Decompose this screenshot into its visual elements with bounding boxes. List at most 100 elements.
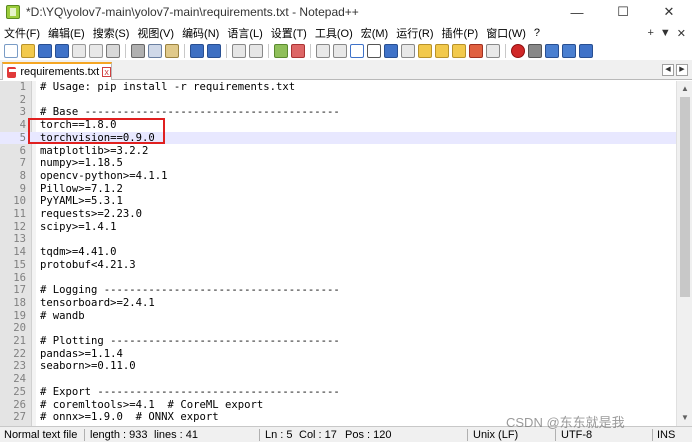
menu-encoding[interactable]: 编码(N) <box>178 25 223 41</box>
dropdown-icon[interactable]: ▼ <box>660 27 671 39</box>
scroll-down-icon[interactable]: ▼ <box>677 410 692 426</box>
code-line[interactable]: 24 <box>0 373 676 386</box>
menu-window[interactable]: 窗口(W) <box>482 25 530 41</box>
save-macro-icon[interactable] <box>579 44 593 58</box>
code-line[interactable]: 21 # Plotting ---------------------------… <box>0 335 676 348</box>
undo-icon[interactable] <box>190 44 204 58</box>
line-text[interactable]: protobuf<4.21.3 <box>40 259 136 272</box>
code-line[interactable]: 25 # Export -----------------------------… <box>0 386 676 399</box>
code-line[interactable]: 19 # wandb <box>0 310 676 323</box>
tab-requirements[interactable]: requirements.txt x <box>2 62 112 80</box>
paste-icon[interactable] <box>165 44 179 58</box>
line-text[interactable]: tqdm>=4.41.0 <box>40 246 117 259</box>
record-macro-icon[interactable] <box>511 44 525 58</box>
line-text[interactable]: # Logging ------------------------------… <box>40 284 340 297</box>
line-text[interactable]: requests>=2.23.0 <box>40 208 142 221</box>
menu-macro[interactable]: 宏(M) <box>357 25 393 41</box>
close-file-icon[interactable] <box>72 44 86 58</box>
menu-help[interactable]: ? <box>530 27 544 39</box>
line-text[interactable]: pandas>=1.1.4 <box>40 348 123 361</box>
code-line[interactable]: 7 numpy>=1.18.5 <box>0 157 676 170</box>
menu-plugins[interactable]: 插件(P) <box>438 25 483 41</box>
cut-icon[interactable] <box>131 44 145 58</box>
editor[interactable]: 1 # Usage: pip install -r requirements.tx… <box>0 81 692 426</box>
zoom-in-icon[interactable] <box>274 44 288 58</box>
indent-guide-icon[interactable] <box>384 44 398 58</box>
menu-run[interactable]: 运行(R) <box>392 25 437 41</box>
code-line[interactable]: 15 protobuf<4.21.3 <box>0 259 676 272</box>
code-line[interactable]: 11 requests>=2.23.0 <box>0 208 676 221</box>
monitoring-icon[interactable] <box>469 44 483 58</box>
close-doc-icon[interactable]: ✕ <box>677 27 686 40</box>
menu-language[interactable]: 语言(L) <box>223 25 266 41</box>
copy-icon[interactable] <box>148 44 162 58</box>
line-text[interactable]: # Plotting -----------------------------… <box>40 335 340 348</box>
code-line[interactable]: 2 <box>0 94 676 107</box>
close-all-icon[interactable] <box>89 44 103 58</box>
code-line[interactable]: 14 tqdm>=4.41.0 <box>0 246 676 259</box>
print-icon[interactable] <box>106 44 120 58</box>
status-insert-mode[interactable]: INS <box>657 428 675 442</box>
new-file-icon[interactable] <box>4 44 18 58</box>
zoom-out-icon[interactable] <box>291 44 305 58</box>
line-text[interactable]: # Export -------------------------------… <box>40 386 340 399</box>
sync-horizontal-icon[interactable] <box>333 44 347 58</box>
scroll-up-icon[interactable]: ▲ <box>677 81 692 97</box>
code-line[interactable]: 9 Pillow>=7.1.2 <box>0 183 676 196</box>
folder-workspace-icon[interactable] <box>452 44 466 58</box>
menu-view[interactable]: 视图(V) <box>133 25 178 41</box>
function-list-icon[interactable] <box>435 44 449 58</box>
word-wrap-icon[interactable] <box>350 44 364 58</box>
tab-scroll-left-icon[interactable]: ◀ <box>662 64 674 76</box>
line-text[interactable]: scipy>=1.4.1 <box>40 221 117 234</box>
sync-vertical-icon[interactable] <box>316 44 330 58</box>
code-line[interactable]: 26 # coremltools>=4.1 # CoreML export <box>0 399 676 412</box>
line-text[interactable]: opencv-python>=4.1.1 <box>40 170 168 183</box>
find-icon[interactable] <box>232 44 246 58</box>
menu-tools[interactable]: 工具(O) <box>311 25 357 41</box>
menu-search[interactable]: 搜索(S) <box>89 25 134 41</box>
code-line[interactable]: 6 matplotlib>=3.2.2 <box>0 145 676 158</box>
vertical-scrollbar[interactable]: ▲ ▼ <box>676 81 692 426</box>
maximize-button[interactable]: ☐ <box>600 0 646 24</box>
code-line[interactable]: 10 PyYAML>=5.3.1 <box>0 195 676 208</box>
save-all-icon[interactable] <box>55 44 69 58</box>
code-line[interactable]: 20 <box>0 322 676 335</box>
stop-macro-icon[interactable] <box>528 44 542 58</box>
line-text[interactable]: tensorboard>=2.4.1 <box>40 297 155 310</box>
code-line[interactable]: 12 scipy>=1.4.1 <box>0 221 676 234</box>
replace-icon[interactable] <box>249 44 263 58</box>
redo-icon[interactable] <box>207 44 221 58</box>
eye-icon[interactable] <box>486 44 500 58</box>
code-line[interactable]: 23 seaborn>=0.11.0 <box>0 360 676 373</box>
tab-close-icon[interactable]: x <box>102 67 111 77</box>
line-text[interactable]: PyYAML>=5.3.1 <box>40 195 123 208</box>
plus-icon[interactable]: + <box>647 27 653 39</box>
save-icon[interactable] <box>38 44 52 58</box>
code-line[interactable]: 18 tensorboard>=2.4.1 <box>0 297 676 310</box>
line-text[interactable]: numpy>=1.18.5 <box>40 157 123 170</box>
play-macro-icon[interactable] <box>545 44 559 58</box>
code-line[interactable]: 17 # Logging ----------------------------… <box>0 284 676 297</box>
line-text[interactable]: Pillow>=7.1.2 <box>40 183 123 196</box>
doc-map-icon[interactable] <box>418 44 432 58</box>
line-text[interactable]: # onnx>=1.9.0 # ONNX export <box>40 411 219 424</box>
code-line[interactable]: 13 <box>0 233 676 246</box>
line-text[interactable]: matplotlib>=3.2.2 <box>40 145 148 158</box>
close-button[interactable]: ✕ <box>646 0 692 24</box>
user-language-icon[interactable] <box>401 44 415 58</box>
code-line[interactable]: 16 <box>0 272 676 285</box>
open-file-icon[interactable] <box>21 44 35 58</box>
menu-settings[interactable]: 设置(T) <box>267 25 311 41</box>
minimize-button[interactable]: — <box>554 0 600 24</box>
tab-scroll-right-icon[interactable]: ▶ <box>676 64 688 76</box>
scroll-thumb[interactable] <box>680 97 690 297</box>
code-line[interactable]: 22 pandas>=1.1.4 <box>0 348 676 361</box>
code-line[interactable]: 1 # Usage: pip install -r requirements.tx… <box>0 81 676 94</box>
line-text[interactable]: seaborn>=0.11.0 <box>40 360 136 373</box>
line-text[interactable]: # coremltools>=4.1 # CoreML export <box>40 399 263 412</box>
line-text[interactable]: # Usage: pip install -r requirements.txt <box>40 81 295 94</box>
menu-file[interactable]: 文件(F) <box>0 25 44 41</box>
code-line[interactable]: 8 opencv-python>=4.1.1 <box>0 170 676 183</box>
show-all-chars-icon[interactable] <box>367 44 381 58</box>
